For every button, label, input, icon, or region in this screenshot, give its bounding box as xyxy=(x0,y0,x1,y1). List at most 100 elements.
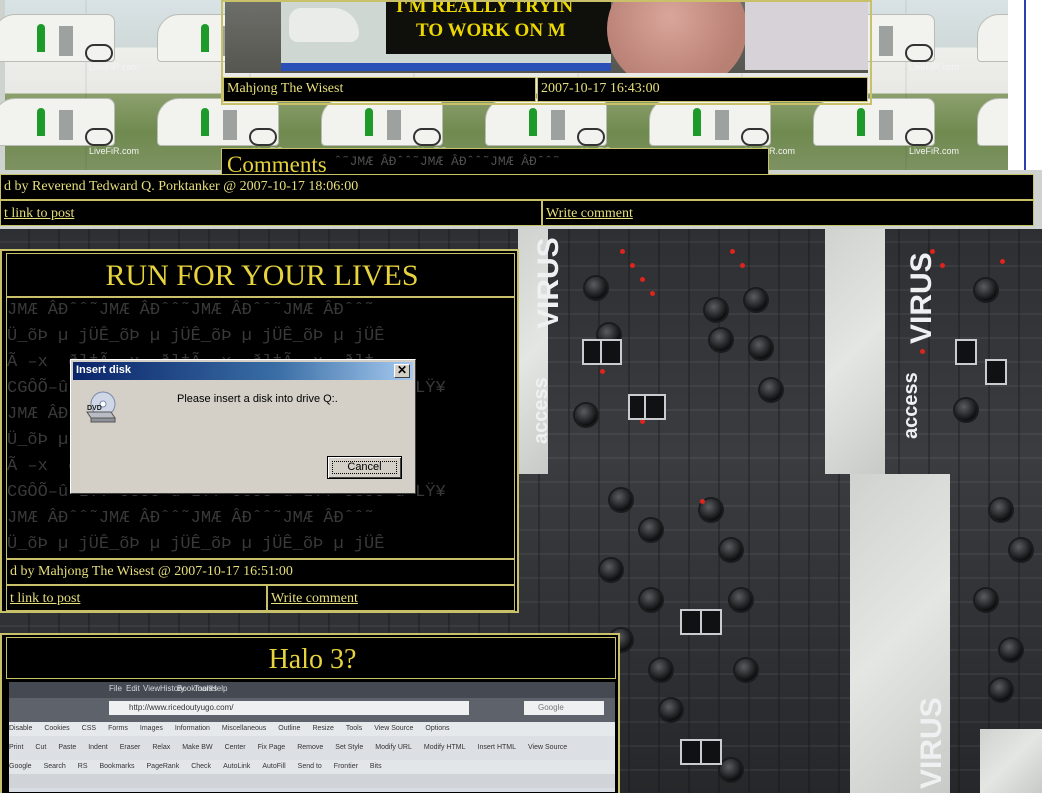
screenshot-toolbar-item: Print xyxy=(9,744,24,751)
synth-knob xyxy=(610,489,632,511)
background-photo-tile: LiveFiR.com xyxy=(0,0,149,84)
svg-text:DVD: DVD xyxy=(87,405,102,412)
screenshot-toolbar-item: Make BW xyxy=(182,744,213,751)
screenshot-toolbar-item: Frontier xyxy=(333,763,358,770)
screenshot-toolbar-item: Modify HTML xyxy=(423,744,466,751)
screenshot-toolbar-item: Insert HTML xyxy=(477,744,517,751)
floor-patch xyxy=(980,729,1042,793)
screenshot-toolbar-item: Tools xyxy=(345,725,363,732)
synth-knob xyxy=(955,399,977,421)
dialog-message: Please insert a disk into drive Q:. xyxy=(177,393,338,405)
screenshot-toolbar-item: Outline xyxy=(278,725,301,732)
synth-knob xyxy=(575,404,597,426)
synth-led xyxy=(940,263,945,268)
synth-led xyxy=(730,249,735,254)
synth-knob xyxy=(660,699,682,721)
synth-knob xyxy=(735,659,757,681)
screenshot-toolbar-item: Indent xyxy=(88,744,108,751)
screenshot-toolbar-item: Center xyxy=(224,744,246,751)
screenshot-toolbar-item: AutoFill xyxy=(262,763,286,770)
synth-knob xyxy=(975,589,997,611)
synth-knob xyxy=(720,539,742,561)
comments-heading: Comments xyxy=(227,152,327,174)
cancel-button-label: Cancel xyxy=(347,461,382,473)
dialog-title: Insert disk xyxy=(76,364,132,376)
synth-led xyxy=(630,263,635,268)
top-post-author: Mahjong The Wisest xyxy=(223,77,536,102)
synth-button xyxy=(680,609,702,635)
synth-knob xyxy=(760,379,782,401)
screenshot-statusbar xyxy=(9,774,615,788)
synth-knob xyxy=(710,329,732,351)
synth-led xyxy=(1000,259,1005,264)
screenshot-toolbar-item: Eraser xyxy=(119,744,141,751)
synth-brand-label: VIRUS xyxy=(905,252,938,344)
screenshot-toolbar-item: Search xyxy=(43,763,66,770)
run-write-cell: Write comment xyxy=(267,585,515,611)
photo-watermark: LiveFiR.com xyxy=(909,146,960,156)
screenshot-toolbar-item: Set Style xyxy=(335,744,364,751)
screenshot-toolbar-item: PageRank xyxy=(146,763,180,770)
dialog-titlebar[interactable]: Insert disk ✕ xyxy=(73,362,413,380)
screenshot-toolbar-item: Options xyxy=(425,725,450,732)
halo-post-screenshot: File Edit View History Bookmarks Tools Help ht… xyxy=(9,682,615,792)
synth-knob xyxy=(1000,639,1022,661)
screenshot-menu-item: File xyxy=(109,684,122,693)
synth-led xyxy=(650,291,655,296)
comment-write-cell: Write comment xyxy=(542,200,1034,226)
top-post-timestamp: 2007-10-17 16:43:00 xyxy=(537,77,868,102)
write-comment-link[interactable]: Write comment xyxy=(271,591,358,606)
synth-led xyxy=(640,277,645,282)
run-post-posted-by: d by Mahjong The Wisest @ 2007-10-17 16:… xyxy=(6,559,515,585)
direct-link-to-post[interactable]: t link to post xyxy=(4,206,74,221)
synth-knob xyxy=(730,589,752,611)
photo-watermark: LiveFiR.com xyxy=(89,62,140,72)
window-scroll-edge xyxy=(1008,0,1042,170)
synth-knob xyxy=(585,277,607,299)
screenshot-toolbar-item: CSS xyxy=(81,725,97,732)
synth-knob xyxy=(640,519,662,541)
screenshot-toolbar-item: RS xyxy=(77,763,88,770)
screenshot-toolbar-item: Modify URL xyxy=(375,744,412,751)
dialog-close-button[interactable]: ✕ xyxy=(394,364,410,378)
screenshot-toolbar-1: Disable Cookies CSS Forms Images Information M… xyxy=(9,722,615,736)
synth-knob xyxy=(745,289,767,311)
screenshot-toolbar-item: Resize xyxy=(312,725,334,732)
comment-direct-link-cell: t link to post xyxy=(0,200,542,226)
direct-link-to-post[interactable]: t link to post xyxy=(10,591,80,606)
screenshot-search: Google xyxy=(524,701,604,715)
screenshot-toolbar-2: Print Cut Paste Indent Eraser Relax Make BW Cen… xyxy=(9,736,615,760)
background-photo-tile: LiveFiR.com xyxy=(0,84,149,168)
synth-brand-label: access xyxy=(530,377,552,444)
screenshot-toolbar-item: Information xyxy=(174,725,210,732)
cancel-button[interactable]: Cancel xyxy=(327,456,402,479)
screenshot-toolbar-item: View Source xyxy=(528,744,568,751)
synth-brand-label: access xyxy=(900,372,922,439)
synth-button xyxy=(680,739,702,765)
dvd-drive-icon: DVD xyxy=(83,390,117,424)
floor-patch xyxy=(825,229,885,474)
screenshot-toolbar-item: Send to xyxy=(297,763,322,770)
screenshot-toolbar-item: Relax xyxy=(152,744,171,751)
synth-knob xyxy=(640,589,662,611)
synth-knob xyxy=(750,337,772,359)
screenshot-urlbar: http://www.ricedoutyugo.com/ Google xyxy=(9,698,615,722)
synth-knob xyxy=(1010,539,1032,561)
screenshot-toolbar-item: Disable xyxy=(9,725,33,732)
screenshot-menu-item: Tools xyxy=(194,684,213,693)
screenshot-toolbar-item: View Source xyxy=(374,725,414,732)
screenshot-toolbar-item: Fix Page xyxy=(257,744,286,751)
screenshot-toolbar-item: AutoLink xyxy=(223,763,251,770)
run-post-title: RUN FOR YOUR LIVES xyxy=(6,253,515,297)
screenshot-toolbar-item: Images xyxy=(139,725,163,732)
synth-knob xyxy=(990,679,1012,701)
screenshot-toolbar-item: Remove xyxy=(297,744,324,751)
synth-led xyxy=(620,249,625,254)
run-direct-link-cell: t link to post xyxy=(6,585,267,611)
synth-button xyxy=(600,339,622,365)
synth-knob xyxy=(650,659,672,681)
screenshot-menu-item: Edit xyxy=(126,684,140,693)
write-comment-link[interactable]: Write comment xyxy=(546,206,633,221)
page-canvas: LiveFiR.com LiveFiR.com LiveFiR.com LiveFiR… xyxy=(0,0,1042,793)
synth-knob xyxy=(720,759,742,781)
